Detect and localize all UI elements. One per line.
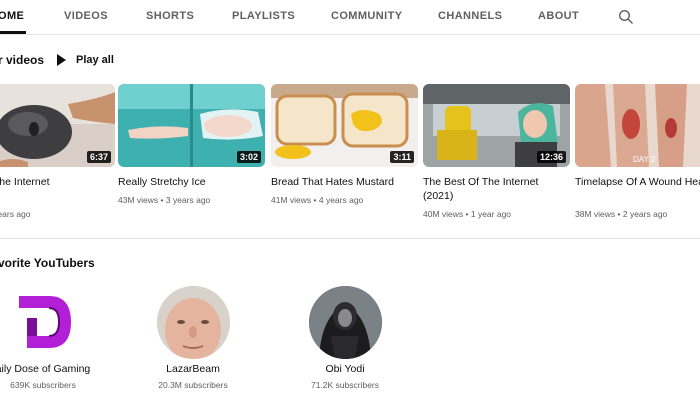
- channel-card[interactable]: Obi Yodi 71.2K subscribers: [285, 286, 405, 394]
- active-tab-indicator: [0, 31, 26, 34]
- video-title[interactable]: Bread That Hates Mustard: [271, 175, 418, 189]
- channel-card[interactable]: LazarBeam 20.3M subscribers: [133, 286, 253, 394]
- video-title[interactable]: Really Stretchy Ice: [118, 175, 265, 189]
- channel-name[interactable]: Obi Yodi: [285, 363, 405, 375]
- play-icon: [57, 54, 66, 66]
- video-duration: 3:11: [390, 151, 414, 163]
- video-thumbnail[interactable]: 3:11: [271, 84, 418, 167]
- video-card[interactable]: DAY 2 Timelapse Of A Wound Healing 38M v…: [575, 84, 700, 224]
- video-thumbnail[interactable]: DAY 2: [575, 84, 700, 167]
- video-card[interactable]: 3:11 Bread That Hates Mustard 41M views …: [271, 84, 418, 224]
- tab-home[interactable]: OME: [0, 10, 24, 22]
- channel-avatar[interactable]: [309, 286, 382, 359]
- video-duration: 6:37: [86, 151, 111, 163]
- channel-subscribers: 639K subscribers: [10, 380, 76, 390]
- video-meta: 40M views • 1 year ago: [423, 209, 512, 219]
- video-card[interactable]: 12:36 The Best Of The Internet (2021) 40…: [423, 84, 570, 224]
- tab-community[interactable]: COMMUNITY: [331, 10, 402, 22]
- tab-about[interactable]: ABOUT: [538, 10, 579, 22]
- video-card[interactable]: 3:02 Really Stretchy Ice 43M views • 3 y…: [118, 84, 265, 224]
- video-meta: 43M views • 3 years ago: [118, 195, 211, 205]
- video-title[interactable]: Timelapse Of A Wound Healing: [575, 175, 700, 189]
- channel-name[interactable]: aily Dose of Gaming: [0, 363, 103, 375]
- tab-channels[interactable]: CHANNELS: [438, 10, 502, 22]
- thumbnail-overlay-text: DAY 2: [633, 155, 656, 164]
- video-title[interactable]: The Best Of The Internet (2021): [423, 175, 570, 203]
- video-thumbnail[interactable]: 12:36: [423, 84, 570, 167]
- section-divider: [0, 238, 700, 239]
- play-all-button[interactable]: Play all: [57, 52, 114, 68]
- channel-tabs: OME VIDEOS SHORTS PLAYLISTS COMMUNITY CH…: [0, 0, 700, 35]
- video-thumbnail[interactable]: 6:37: [0, 84, 115, 167]
- tab-videos[interactable]: VIDEOS: [64, 10, 108, 22]
- play-all-label: Play all: [76, 54, 114, 66]
- search-icon[interactable]: [618, 9, 634, 25]
- channel-subscribers: 71.2K subscribers: [310, 380, 380, 390]
- tab-playlists[interactable]: PLAYLISTS: [232, 10, 295, 22]
- section-title-favorites: vorite YouTubers: [0, 256, 95, 270]
- channel-avatar[interactable]: [7, 286, 80, 359]
- video-title[interactable]: st Of The Internet: [0, 175, 115, 189]
- tab-shorts[interactable]: SHORTS: [146, 10, 194, 22]
- video-meta: 38M views • 2 years ago: [575, 209, 668, 219]
- video-card[interactable]: 6:37 st Of The Internet ws • 3 years ago: [0, 84, 115, 224]
- channel-avatar[interactable]: [157, 286, 230, 359]
- video-duration: 3:02: [236, 151, 261, 163]
- video-duration: 12:36: [536, 151, 566, 163]
- section-title-videos: r videos: [0, 53, 45, 67]
- channel-subscribers: 20.3M subscribers: [158, 380, 228, 390]
- channel-card[interactable]: aily Dose of Gaming 639K subscribers: [0, 286, 103, 394]
- video-meta: ws • 3 years ago: [0, 209, 31, 219]
- channel-name[interactable]: LazarBeam: [133, 363, 253, 375]
- video-meta: 41M views • 4 years ago: [271, 195, 364, 205]
- video-thumbnail[interactable]: 3:02: [118, 84, 265, 167]
